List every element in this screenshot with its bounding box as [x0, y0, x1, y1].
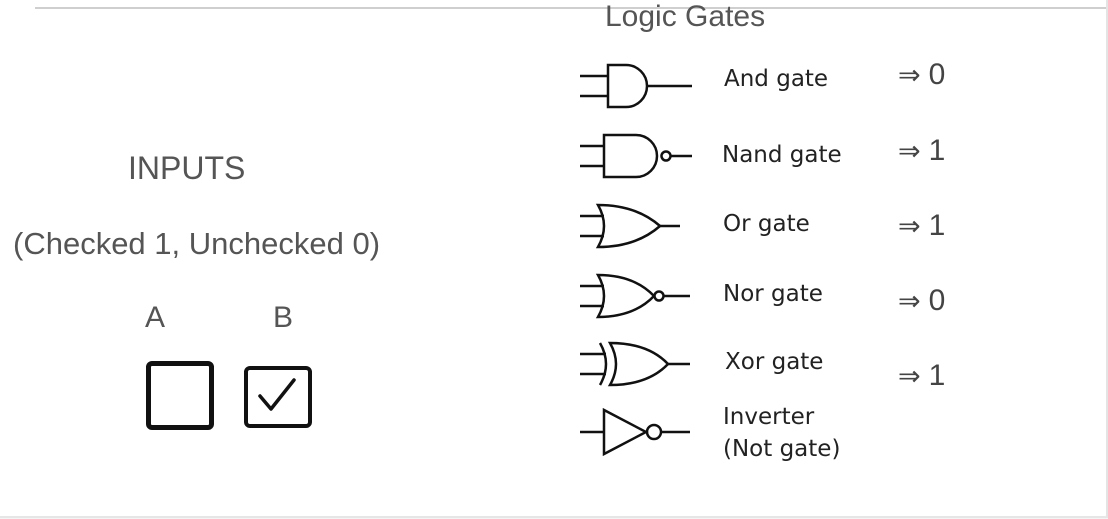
implies-arrow-icon: ⇒: [898, 60, 921, 91]
gate-output-nand: ⇒ 1: [898, 134, 945, 168]
inputs-note: (Checked 1, Unchecked 0): [13, 226, 381, 261]
input-a-checkbox[interactable]: [146, 361, 214, 430]
gate-output-nor: ⇒ 0: [898, 284, 945, 318]
xor-gate-icon: [580, 341, 690, 387]
output-value: 1: [928, 209, 946, 242]
gate-label-nand: Nand gate: [722, 142, 842, 168]
canvas: Logic Gates INPUTS (Checked 1, Unchecked…: [0, 0, 1108, 518]
gate-label-not-line2: (Not gate): [723, 436, 841, 462]
input-b-label: B: [273, 301, 294, 334]
implies-arrow-icon: ⇒: [898, 136, 921, 167]
output-value: 0: [928, 284, 946, 317]
not-gate-icon: [580, 407, 690, 457]
input-a-label: A: [145, 301, 166, 334]
gate-label-and: And gate: [724, 66, 829, 92]
gate-label-xor: Xor gate: [725, 349, 824, 375]
page-title: Logic Gates: [605, 0, 766, 33]
checkmark-icon: [258, 378, 296, 411]
output-value: 1: [928, 134, 946, 167]
gate-label-not-line1: Inverter: [723, 404, 815, 430]
nor-gate-icon: [580, 273, 690, 319]
implies-arrow-icon: ⇒: [898, 211, 921, 242]
gate-label-nor: Nor gate: [723, 281, 823, 307]
gate-label-or: Or gate: [723, 211, 810, 237]
implies-arrow-icon: ⇒: [898, 286, 921, 317]
top-divider: [35, 7, 1106, 9]
gate-output-or: ⇒ 1: [898, 209, 945, 243]
nand-gate-icon: [580, 133, 692, 179]
gate-output-xor: ⇒ 1: [898, 359, 945, 393]
input-b-checkbox[interactable]: [244, 366, 312, 428]
gate-output-and: ⇒ 0: [898, 58, 945, 92]
or-gate-icon: [580, 203, 680, 249]
inputs-heading: INPUTS: [128, 150, 246, 186]
and-gate-icon: [580, 63, 692, 109]
output-value: 0: [928, 58, 946, 91]
implies-arrow-icon: ⇒: [898, 361, 921, 392]
output-value: 1: [928, 359, 946, 392]
